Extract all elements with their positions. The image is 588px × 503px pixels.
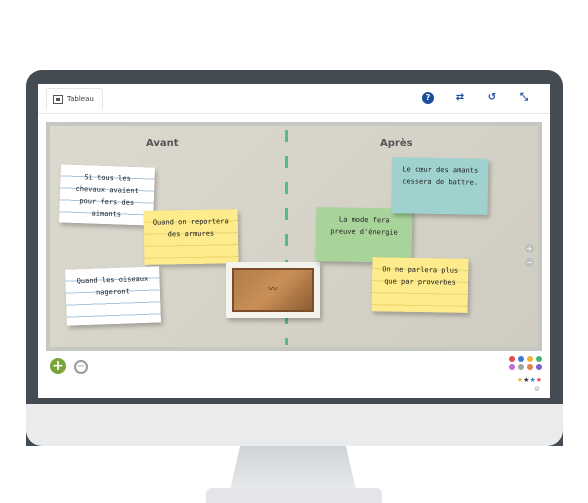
card-text: Quand on reportera des armures xyxy=(152,217,229,239)
card-text: Quand les oiseaux nageront xyxy=(76,274,149,297)
color-palette xyxy=(509,356,542,370)
board-zoom-controls: + − xyxy=(525,244,534,267)
monitor-chin xyxy=(26,404,563,446)
stage: Tableau ? ⇄ ↺ ⤡ Avant Après Si tous les … xyxy=(0,0,588,503)
palette-color-blue[interactable] xyxy=(518,356,524,362)
zoom-out-icon[interactable]: − xyxy=(74,360,88,374)
clear-icon[interactable]: ⊘ xyxy=(534,385,540,393)
card[interactable]: Quand on reportera des armures xyxy=(143,209,239,265)
toolbar-actions: ? ⇄ ↺ ⤡ xyxy=(422,92,530,104)
screen: Tableau ? ⇄ ↺ ⤡ Avant Après Si tous les … xyxy=(38,84,550,398)
collapse-icon[interactable]: ⤡ xyxy=(518,92,530,104)
column-title-after: Après xyxy=(380,138,413,149)
star-ratings: ★★★★ xyxy=(517,376,542,384)
swap-icon[interactable]: ⇄ xyxy=(454,92,466,104)
card[interactable]: La mode fera preuve d'énergie xyxy=(315,207,413,263)
board[interactable]: Avant Après Si tous les chevaux avaient … xyxy=(46,122,542,351)
card-text: Si tous les chevaux avaient pour fers de… xyxy=(75,173,139,219)
palette-color-green[interactable] xyxy=(536,356,542,362)
bottom-bar: + − ★★★★ ⊘ xyxy=(38,354,550,398)
board-zoom-in-icon[interactable]: + xyxy=(525,244,534,253)
card[interactable]: Quand les oiseaux nageront xyxy=(65,266,161,326)
palette-color-orange[interactable] xyxy=(527,364,533,370)
card[interactable]: Le cœur des amants cessera de battre. xyxy=(391,157,489,215)
card-text: On ne parlera plus que par proverbes xyxy=(382,265,459,287)
star-icon[interactable]: ★ xyxy=(536,376,542,384)
palette-color-yellow[interactable] xyxy=(527,356,533,362)
add-card-icon[interactable]: + xyxy=(50,358,66,374)
tab-label: Tableau xyxy=(67,95,94,103)
card-image: 〰 xyxy=(232,268,314,312)
palette-color-red[interactable] xyxy=(509,356,515,362)
board-icon xyxy=(53,94,63,104)
card[interactable]: On ne parlera plus que par proverbes xyxy=(371,257,469,313)
monitor-stand-neck xyxy=(230,446,356,490)
card-text: Le cœur des amants cessera de battre. xyxy=(402,165,479,187)
toolbar: Tableau ? ⇄ ↺ ⤡ xyxy=(38,84,550,114)
history-icon[interactable]: ↺ xyxy=(486,92,498,104)
palette-color-gray[interactable] xyxy=(518,364,524,370)
help-icon[interactable]: ? xyxy=(422,92,434,104)
board-zoom-out-icon[interactable]: − xyxy=(525,258,534,267)
palette-color-purple[interactable] xyxy=(509,364,515,370)
palette-color-violet[interactable] xyxy=(536,364,542,370)
monitor-stand-base xyxy=(206,488,382,503)
column-title-before: Avant xyxy=(146,138,179,149)
card-text: La mode fera preuve d'énergie xyxy=(330,215,398,237)
card[interactable]: Si tous les chevaux avaient pour fers de… xyxy=(59,164,155,226)
tab-tableau[interactable]: Tableau xyxy=(46,88,103,110)
image-card[interactable]: 〰 xyxy=(226,262,320,318)
